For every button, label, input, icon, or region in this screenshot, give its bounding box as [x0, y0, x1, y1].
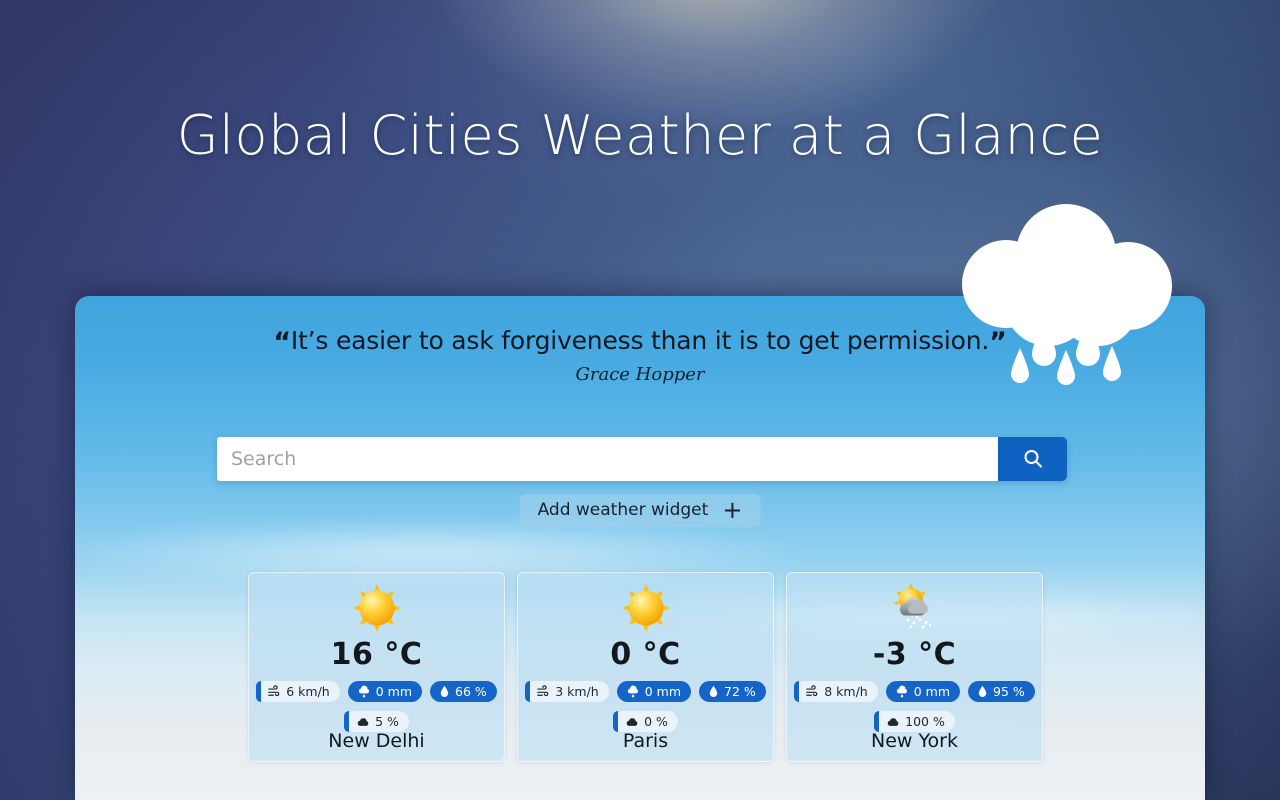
metric-row-secondary: 0 %	[613, 711, 678, 732]
search-input[interactable]	[217, 437, 998, 481]
metric-row-secondary: 5 %	[344, 711, 409, 732]
search-icon	[1021, 447, 1045, 471]
search-button[interactable]	[998, 437, 1067, 481]
cloud-cover-value: 0 %	[644, 714, 668, 729]
precipitation-pill: 0 mm	[347, 681, 422, 702]
city-name: New Delhi	[328, 730, 425, 752]
metric-row-primary: 8 km/h 0 mm 95 %	[794, 681, 1035, 702]
humidity-value: 66 %	[455, 684, 487, 699]
cloud-cover-pill: 100 %	[874, 711, 955, 732]
rain-cloud-icon	[948, 196, 1186, 396]
wind-pill: 6 km/h	[256, 681, 340, 702]
wind-icon	[268, 685, 281, 698]
page-title: Global Cities Weather at a Glance	[176, 104, 1104, 167]
wind-pill: 8 km/h	[794, 681, 878, 702]
sun-behind-snow-cloud-icon	[887, 581, 943, 635]
wind-value: 6 km/h	[286, 684, 330, 699]
precipitation-pill: 0 mm	[885, 681, 960, 702]
humidity-pill: 72 %	[699, 681, 766, 702]
precipitation-value: 0 mm	[913, 684, 950, 699]
cloud-icon	[886, 715, 900, 729]
precipitation-pill: 0 mm	[616, 681, 691, 702]
precipitation-value: 0 mm	[644, 684, 681, 699]
add-weather-widget-button[interactable]: Add weather widget +	[519, 494, 761, 527]
city-name: Paris	[622, 730, 669, 752]
weather-card[interactable]: 0 °C 3 km/h 0 mm 72 % 0 % Paris	[517, 572, 774, 762]
city-name: New York	[870, 730, 958, 752]
sun-icon	[619, 581, 673, 635]
cloud-cover-pill: 5 %	[344, 711, 409, 732]
rain-drop-cloud-icon	[357, 685, 371, 699]
weather-card[interactable]: -3 °C 8 km/h 0 mm 95 % 100 % New York	[786, 572, 1043, 762]
wind-icon	[806, 685, 819, 698]
rain-drop-cloud-icon	[626, 685, 640, 699]
temperature-value: 0 °C	[610, 637, 681, 672]
humidity-drop-icon	[439, 685, 450, 698]
cloud-icon	[625, 715, 639, 729]
cloud-cover-value: 100 %	[905, 714, 945, 729]
precipitation-value: 0 mm	[375, 684, 412, 699]
wind-pill: 3 km/h	[525, 681, 609, 702]
rain-drop-cloud-icon	[895, 685, 909, 699]
temperature-value: -3 °C	[872, 637, 957, 672]
humidity-value: 72 %	[724, 684, 756, 699]
humidity-drop-icon	[977, 685, 988, 698]
plus-icon: +	[722, 496, 743, 524]
humidity-pill: 95 %	[968, 681, 1035, 702]
humidity-pill: 66 %	[430, 681, 497, 702]
weather-card-list: 16 °C 6 km/h 0 mm 66 % 5 % New Delhi 0 °…	[248, 572, 1043, 762]
cloud-icon	[356, 715, 370, 729]
quote-body: It’s easier to ask forgiveness than it i…	[290, 326, 990, 355]
wind-value: 8 km/h	[824, 684, 868, 699]
metric-row-primary: 3 km/h 0 mm 72 %	[525, 681, 766, 702]
add-weather-widget-label: Add weather widget	[537, 500, 709, 520]
humidity-value: 95 %	[993, 684, 1025, 699]
metric-row-primary: 6 km/h 0 mm 66 %	[256, 681, 497, 702]
cloud-cover-pill: 0 %	[613, 711, 678, 732]
wind-icon	[537, 685, 550, 698]
weather-card[interactable]: 16 °C 6 km/h 0 mm 66 % 5 % New Delhi	[248, 572, 505, 762]
metric-row-secondary: 100 %	[874, 711, 955, 732]
search-bar	[217, 437, 1067, 481]
temperature-value: 16 °C	[330, 637, 423, 672]
wind-value: 3 km/h	[555, 684, 599, 699]
quote-open-mark: “	[273, 327, 291, 358]
humidity-drop-icon	[708, 685, 719, 698]
cloud-cover-value: 5 %	[375, 714, 399, 729]
sun-icon	[350, 581, 404, 635]
